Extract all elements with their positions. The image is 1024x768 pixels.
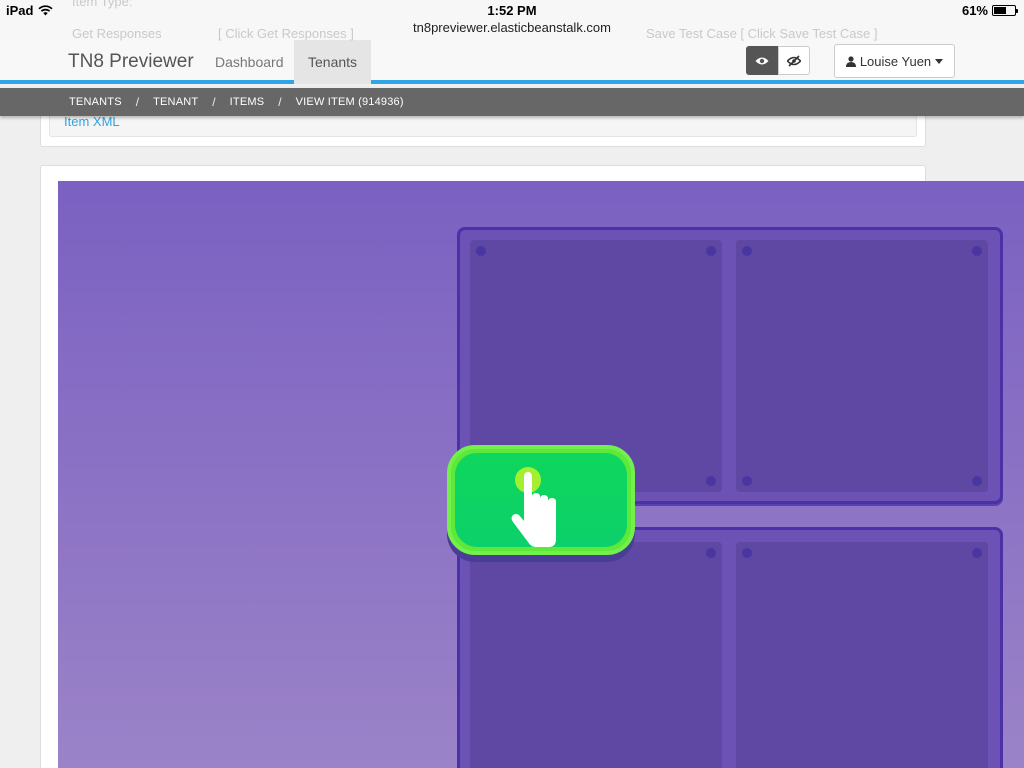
save-test-case-label: Save Test Case [ Click Save Test Case ]: [646, 26, 878, 41]
drop-slot[interactable]: [736, 240, 988, 492]
battery-fill: [994, 7, 1007, 14]
rivet-dot: [706, 246, 716, 256]
get-responses-hint: [ Click Get Responses ]: [218, 26, 354, 41]
item-xml-link[interactable]: Item XML: [64, 114, 120, 129]
breadcrumb-view-item: VIEW ITEM (914936): [295, 96, 404, 108]
rivet-dot: [742, 548, 752, 558]
hide-button[interactable]: [778, 46, 810, 75]
breadcrumb-separator: /: [135, 95, 140, 109]
rivet-dot: [742, 476, 752, 486]
brand-logo[interactable]: TN8 Previewer: [68, 51, 194, 73]
rivet-dot: [972, 476, 982, 486]
drop-slot[interactable]: [736, 542, 988, 768]
top-navbar: TN8 Previewer Dashboard Tenants Louise Y…: [0, 40, 1024, 84]
rivet-dot: [972, 246, 982, 256]
user-menu-button[interactable]: Louise Yuen: [834, 44, 955, 78]
breadcrumb-items[interactable]: ITEMS: [230, 96, 265, 108]
visibility-toggle: [746, 46, 810, 75]
rivet-dot: [742, 246, 752, 256]
user-icon: [845, 55, 856, 67]
breadcrumb-separator: /: [278, 95, 282, 109]
eye-icon: [755, 57, 769, 64]
breadcrumb: TENANTS / TENANT / ITEMS / VIEW ITEM (91…: [0, 88, 1024, 116]
battery-percent: 61%: [961, 3, 988, 18]
battery-indicator: 61%: [961, 3, 1018, 18]
clock: 1:52 PM: [487, 3, 537, 18]
rivet-dot: [706, 548, 716, 558]
eye-slash-icon: [787, 54, 801, 67]
nav-dashboard[interactable]: Dashboard: [201, 40, 298, 84]
item-preview-stage: [58, 181, 1024, 768]
breadcrumb-tenants[interactable]: TENANTS: [69, 96, 122, 108]
breadcrumb-separator: /: [212, 95, 216, 109]
rivet-dot: [706, 476, 716, 486]
pointing-hand-icon: [511, 467, 556, 547]
battery-icon: [992, 5, 1018, 16]
breadcrumb-tenant[interactable]: TENANT: [153, 96, 198, 108]
rivet-dot: [972, 548, 982, 558]
drop-slot[interactable]: [470, 542, 722, 768]
user-name: Louise Yuen: [859, 53, 932, 69]
draggable-tap-button[interactable]: [447, 445, 635, 555]
get-responses-label: Get Responses: [72, 26, 162, 41]
item-type-label: Item Type:: [72, 0, 133, 9]
caret-down-icon: [935, 58, 944, 64]
drop-board-bottom: [457, 527, 1003, 768]
show-button[interactable]: [746, 46, 778, 75]
rivet-dot: [476, 246, 486, 256]
nav-tenants[interactable]: Tenants: [294, 40, 372, 84]
